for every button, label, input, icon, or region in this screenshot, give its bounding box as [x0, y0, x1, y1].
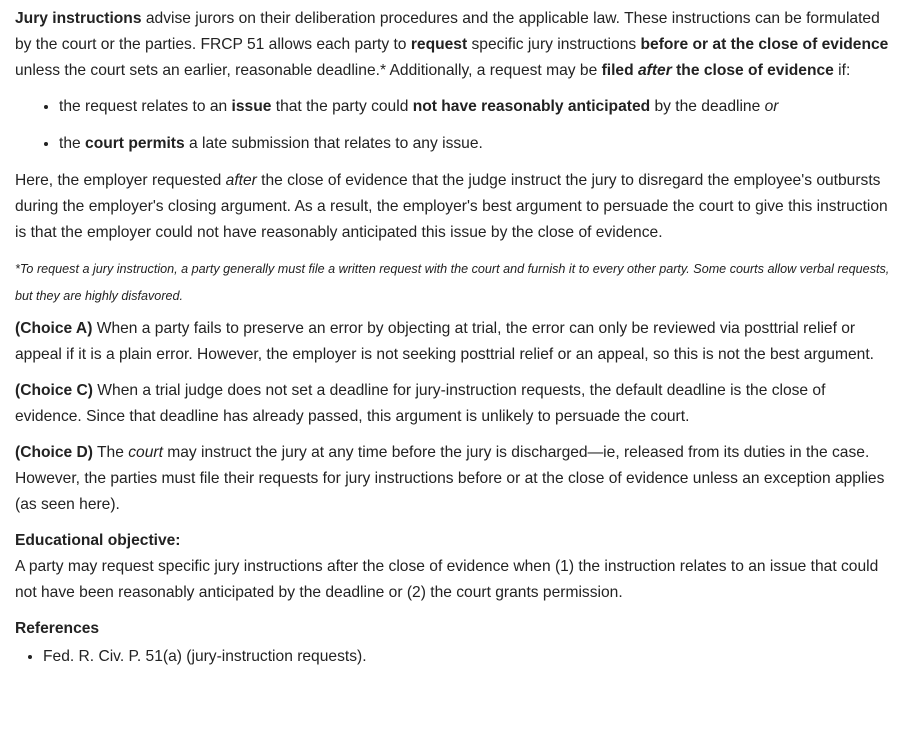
references-list: Fed. R. Civ. P. 51(a) (jury-instruction …: [15, 644, 891, 670]
educational-objective-heading: Educational objective:: [15, 532, 181, 549]
intro-bold-filed: filed: [601, 62, 638, 79]
choice-label: (Choice A): [15, 320, 93, 337]
list-item: the court permits a late submission that…: [59, 131, 891, 157]
choice-label: (Choice C): [15, 382, 93, 399]
list-item: the request relates to an issue that the…: [59, 94, 891, 120]
references-heading: References: [15, 620, 100, 637]
intro-bold-request: request: [410, 36, 468, 53]
intro-text-4: if:: [833, 62, 851, 79]
intro-text-3: unless the court sets an earlier, reason…: [15, 62, 602, 79]
educational-objective-text: A party may request specific jury instru…: [15, 558, 879, 601]
choice-a-explanation: (Choice A) When a party fails to preserv…: [15, 320, 874, 363]
exception-list: the request relates to an issue that the…: [15, 94, 891, 157]
choice-c-explanation: (Choice C) When a trial judge does not s…: [15, 382, 826, 425]
intro-paragraph: Jury instructions advise jurors on their…: [15, 6, 891, 84]
choice-d-explanation: (Choice D) The court may instruct the ju…: [15, 444, 885, 513]
reference-item: Fed. R. Civ. P. 51(a) (jury-instruction …: [43, 644, 891, 670]
choice-label: (Choice D): [15, 444, 93, 461]
explanation-page: Jury instructions advise jurors on their…: [0, 0, 911, 750]
intro-text-2: specific jury instructions: [467, 36, 641, 53]
intro-bold-after: after: [637, 62, 672, 79]
here-paragraph: Here, the employer requested after the c…: [15, 172, 888, 241]
intro-bold-close: the close of evidence: [671, 62, 834, 79]
footnote: *To request a jury instruction, a party …: [15, 262, 890, 303]
term-jury-instructions: Jury instructions: [15, 10, 142, 27]
intro-bold-deadline: before or at the close of evidence: [640, 36, 889, 53]
